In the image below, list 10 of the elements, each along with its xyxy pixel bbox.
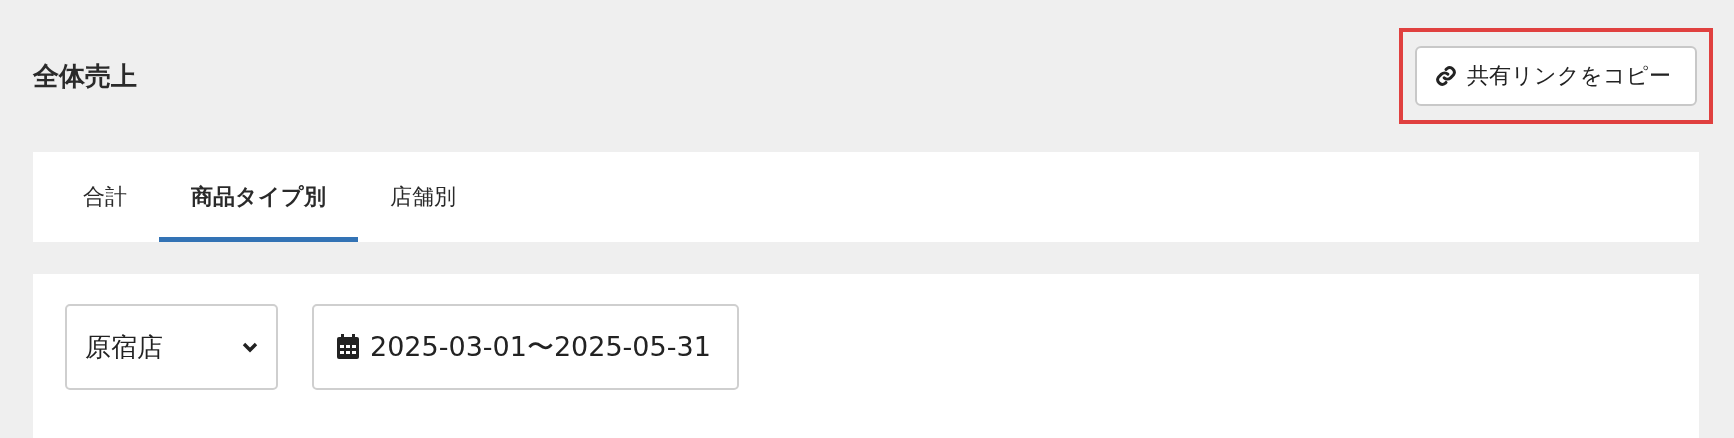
page-title: 全体売上 bbox=[33, 59, 137, 93]
store-select[interactable]: 原宿店 bbox=[65, 304, 278, 390]
tab[interactable]: 店舗別 bbox=[358, 152, 488, 242]
calendar-icon bbox=[336, 334, 360, 360]
tab[interactable]: 合計 bbox=[51, 152, 159, 242]
chevron-down-icon bbox=[242, 341, 258, 353]
tab[interactable]: 商品タイプ別 bbox=[159, 152, 358, 242]
date-range-button[interactable]: 2025-03-01〜2025-05-31 bbox=[312, 304, 739, 390]
copy-link-button[interactable]: 共有リンクをコピー bbox=[1415, 46, 1697, 106]
link-icon bbox=[1435, 65, 1457, 87]
